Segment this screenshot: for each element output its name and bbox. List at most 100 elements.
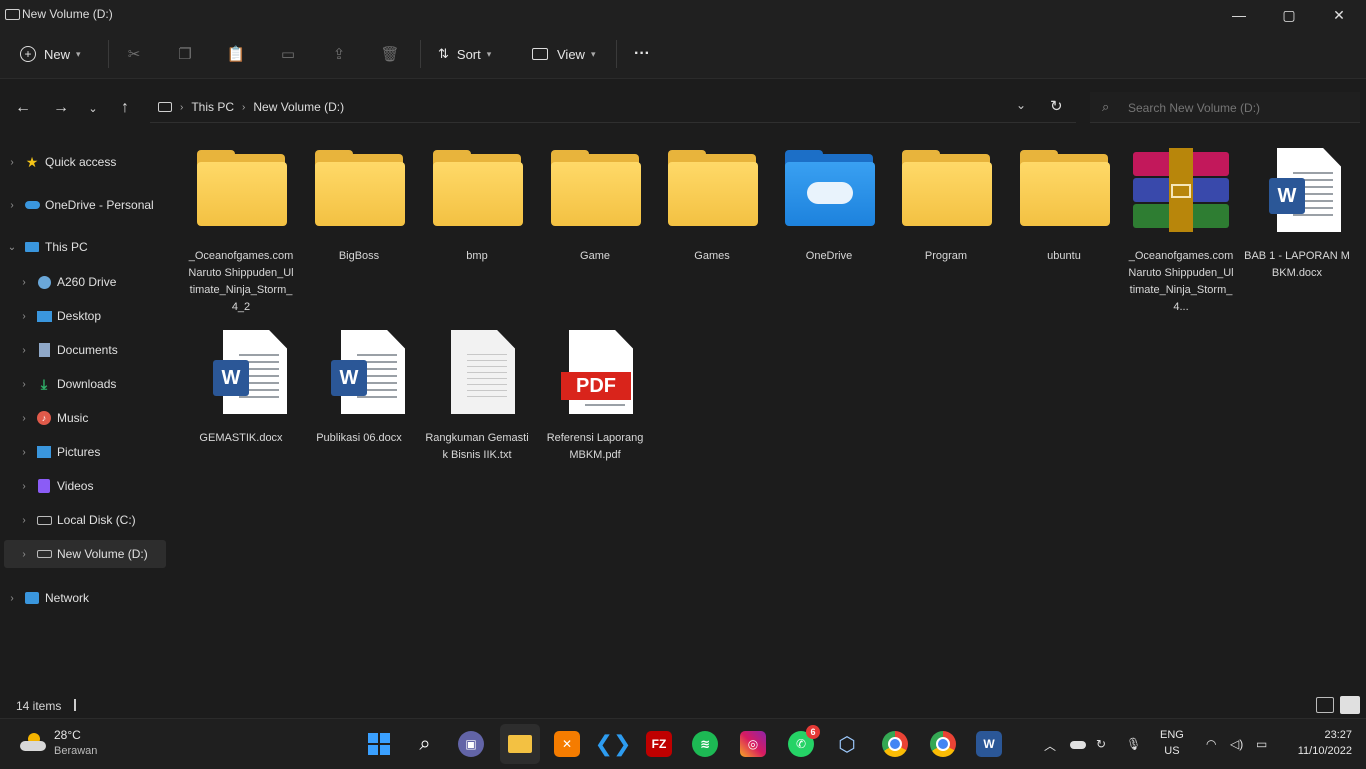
file-name: BigBoss: [338, 250, 380, 262]
sidebar-item-this-pc[interactable]: ⌄ This PC: [6, 233, 172, 261]
search-box[interactable]: ⌕: [1090, 92, 1360, 123]
address-bar[interactable]: › This PC › New Volume (D:) ⌄ ↻: [150, 92, 1076, 123]
file-item[interactable]: W GEMASTIK.docx: [186, 330, 296, 447]
file-name: Program: [924, 250, 968, 262]
sidebar-item-music[interactable]: › ♪ Music: [18, 404, 184, 432]
file-item[interactable]: Games: [657, 148, 767, 265]
file-name: BAB 1 - LAPORAN MBKM.docx: [1244, 250, 1350, 279]
document-icon: [36, 343, 52, 357]
sidebar-item-new-volume-d[interactable]: › New Volume (D:): [4, 540, 166, 568]
virtualbox-icon[interactable]: ⬡: [834, 731, 860, 757]
file-item[interactable]: Program: [891, 148, 1001, 265]
view-label: View: [557, 46, 585, 62]
sync-icon[interactable]: ↻: [1096, 737, 1106, 751]
delete-icon[interactable]: 🗑: [380, 46, 399, 63]
winrar-archive-icon: [1133, 148, 1229, 232]
up-arrow-icon[interactable]: ↑: [114, 98, 136, 118]
tiles-view-icon[interactable]: [1340, 696, 1360, 714]
whatsapp-icon[interactable]: ✆ 6: [788, 725, 820, 757]
sidebar-item-network[interactable]: › Network: [6, 584, 172, 612]
file-item[interactable]: _Oceanofgames.com Naruto Shippuden_Ultim…: [1126, 148, 1236, 316]
taskbar: 28°C Berawan ⌕ ▣ ✕ ❮❯ FZ ≋ ◎ ✆ 6 ⬡ W ︿ ↻…: [0, 718, 1366, 769]
file-item[interactable]: Game: [540, 148, 650, 265]
file-item[interactable]: bmp: [422, 148, 532, 265]
word-icon[interactable]: W: [976, 731, 1002, 757]
vscode-icon[interactable]: ❮❯: [595, 731, 632, 757]
volume-icon[interactable]: ◁): [1230, 737, 1243, 751]
chevron-down-icon: ▾: [590, 48, 596, 59]
forward-arrow-icon[interactable]: →: [50, 98, 72, 118]
chevron-up-icon[interactable]: ︿: [1044, 737, 1056, 754]
cloud-icon: [24, 198, 40, 212]
filezilla-icon[interactable]: FZ: [646, 731, 672, 757]
file-item[interactable]: ubuntu: [1009, 148, 1119, 265]
refresh-icon[interactable]: ↻: [1050, 97, 1063, 115]
file-name: bmp: [466, 250, 488, 262]
new-label: New: [44, 46, 71, 62]
wifi-icon[interactable]: ◠: [1206, 737, 1216, 751]
pictures-icon: [36, 445, 52, 459]
breadcrumb-current[interactable]: New Volume (D:): [253, 100, 344, 114]
sidebar-item-local-disk-c[interactable]: › Local Disk (C:): [18, 506, 184, 534]
chat-icon[interactable]: ▣: [458, 731, 484, 757]
sidebar-item-downloads[interactable]: › ⤓ Downloads: [18, 370, 184, 398]
sort-button[interactable]: ⇅ Sort ▾: [438, 42, 491, 66]
sidebar-item-documents[interactable]: › Documents: [18, 336, 184, 364]
sidebar-item-pictures[interactable]: › Pictures: [18, 438, 184, 466]
minimize-button[interactable]: —: [1216, 0, 1262, 30]
chrome-icon[interactable]: [882, 731, 908, 757]
folder-icon: [313, 148, 405, 228]
video-icon: [36, 479, 52, 493]
recent-locations-chevron-icon[interactable]: ⌄: [82, 98, 104, 118]
breadcrumb-this-pc[interactable]: This PC: [191, 100, 234, 114]
sidebar-item-onedrive[interactable]: › OneDrive - Personal: [6, 191, 172, 219]
text-file-icon: [431, 330, 523, 414]
chevron-down-icon[interactable]: ⌄: [1016, 98, 1026, 112]
start-button[interactable]: [366, 731, 392, 757]
plus-circle-icon: +: [20, 46, 36, 62]
more-options-button[interactable]: ···: [634, 42, 650, 66]
sidebar-item-quick-access[interactable]: › ★ Quick access: [6, 148, 172, 176]
file-item[interactable]: Rangkuman Gemastik Bisnis IIK.txt: [422, 330, 532, 464]
search-icon[interactable]: ⌕: [412, 731, 438, 757]
back-arrow-icon[interactable]: ←: [12, 98, 34, 118]
network-drive-icon: [36, 275, 52, 289]
clock[interactable]: 23:27 11/10/2022: [1286, 727, 1352, 759]
xampp-icon[interactable]: ✕: [554, 731, 580, 757]
sidebar-item-desktop[interactable]: › Desktop: [18, 302, 184, 330]
cut-icon[interactable]: ✂: [126, 46, 142, 63]
onedrive-tray-icon[interactable]: [1070, 737, 1086, 749]
details-view-icon[interactable]: [1316, 697, 1334, 713]
file-explorer-taskbar-button[interactable]: [500, 724, 540, 764]
file-item[interactable]: BigBoss: [304, 148, 414, 265]
chevron-down-icon: ▾: [486, 48, 492, 59]
close-button[interactable]: ✕: [1316, 0, 1362, 30]
network-icon: [24, 591, 40, 605]
sidebar-item-videos[interactable]: › Videos: [18, 472, 184, 500]
view-icon: [532, 48, 548, 60]
file-item[interactable]: W BAB 1 - LAPORAN MBKM.docx: [1242, 148, 1352, 282]
file-item[interactable]: OneDrive: [774, 148, 884, 265]
file-name: GEMASTIK.docx: [199, 432, 283, 444]
sidebar-item-a260-drive[interactable]: › A260 Drive: [18, 268, 184, 296]
view-button[interactable]: View ▾: [532, 42, 595, 66]
download-icon: ⤓: [40, 375, 48, 392]
spotify-icon[interactable]: ≋: [692, 731, 718, 757]
instagram-icon[interactable]: ◎: [740, 731, 766, 757]
paste-icon[interactable]: 📋: [227, 46, 246, 63]
new-button[interactable]: + New ▾: [20, 42, 81, 66]
share-icon[interactable]: ⇪: [331, 46, 347, 63]
file-name: ubuntu: [1047, 250, 1081, 262]
file-item[interactable]: W Publikasi 06.docx: [304, 330, 414, 447]
file-item[interactable]: PDF Referensi Laporang MBKM.pdf: [540, 330, 650, 464]
rename-icon[interactable]: ▭: [280, 46, 296, 63]
search-input[interactable]: [1126, 98, 1350, 118]
file-list: _Oceanofgames.com Naruto Shippuden_Ultim…: [170, 130, 1366, 690]
microphone-icon[interactable]: 🎙: [1126, 737, 1141, 751]
file-item[interactable]: _Oceanofgames.com Naruto Shippuden_Ultim…: [186, 148, 296, 316]
maximize-button[interactable]: ▢: [1266, 0, 1312, 30]
copy-icon[interactable]: ❐: [177, 46, 193, 63]
language-indicator[interactable]: ENG US: [1160, 727, 1184, 759]
chrome-profile-icon[interactable]: [930, 731, 956, 757]
battery-icon[interactable]: ▭: [1256, 737, 1267, 751]
